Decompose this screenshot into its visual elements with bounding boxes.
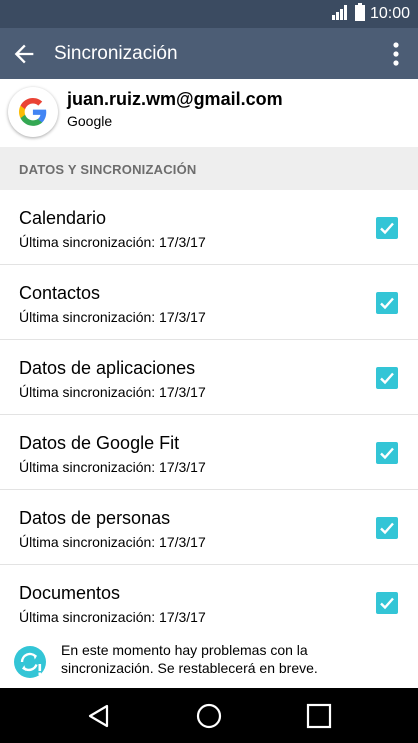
- sync-item-title: Contactos: [19, 283, 101, 303]
- page-title: Sincronización: [54, 43, 178, 64]
- status-bar: 10:00: [0, 0, 418, 28]
- sync-item-title: Datos de personas: [19, 508, 171, 528]
- sync-item-subtitle: Última sincronización: 17/3/17: [19, 534, 206, 550]
- more-vert-icon: [393, 42, 399, 66]
- back-button[interactable]: [10, 40, 38, 68]
- more-options-button[interactable]: [386, 40, 406, 68]
- check-icon: [380, 297, 394, 310]
- check-icon: [380, 522, 394, 535]
- sync-item-datos-aplicaciones[interactable]: Datos de aplicaciones Última sincronizac…: [0, 340, 418, 415]
- sync-item-subtitle: Última sincronización: 17/3/17: [19, 609, 206, 625]
- sync-problem-icon: [13, 645, 47, 679]
- sync-item-datos-personas[interactable]: Datos de personas Última sincronización:…: [0, 490, 418, 565]
- sync-item-calendario[interactable]: Calendario Última sincronización: 17/3/1…: [0, 190, 418, 265]
- google-logo-icon: [8, 87, 58, 137]
- check-icon: [380, 222, 394, 235]
- triangle-back-icon: [88, 704, 109, 728]
- notice-text: En este momento hay problemas con la sin…: [61, 642, 318, 676]
- sync-checkbox[interactable]: [376, 292, 398, 314]
- status-time: 10:00: [369, 5, 410, 22]
- nav-home-button[interactable]: [195, 702, 223, 730]
- account-email: juan.ruiz.wm@gmail.com: [67, 89, 283, 109]
- sync-problem-notice: En este momento hay problemas con la sin…: [0, 638, 418, 688]
- sync-item-title: Datos de aplicaciones: [19, 358, 196, 378]
- check-icon: [380, 597, 394, 610]
- signal-icon: [331, 4, 350, 25]
- sync-item-title: Datos de Google Fit: [19, 433, 180, 453]
- section-title: DATOS Y SINCRONIZACIÓN: [19, 162, 197, 177]
- sync-item-contactos[interactable]: Contactos Última sincronización: 17/3/17: [0, 265, 418, 340]
- check-icon: [380, 447, 394, 460]
- sync-checkbox[interactable]: [376, 442, 398, 464]
- sync-item-documentos[interactable]: Documentos Última sincronización: 17/3/1…: [0, 565, 418, 640]
- navigation-bar: [0, 688, 418, 743]
- sync-checkbox[interactable]: [376, 367, 398, 389]
- account-header: juan.ruiz.wm@gmail.com Google: [0, 79, 418, 147]
- sync-item-title: Documentos: [19, 583, 121, 603]
- sync-item-subtitle: Última sincronización: 17/3/17: [19, 384, 206, 400]
- status-icons: 10:00: [331, 2, 410, 26]
- account-type: Google: [67, 113, 113, 129]
- sync-checkbox[interactable]: [376, 592, 398, 614]
- app-bar: Sincronización: [0, 28, 418, 79]
- nav-back-button[interactable]: [85, 702, 113, 730]
- circle-home-icon: [196, 703, 222, 729]
- arrow-back-icon: [14, 44, 34, 64]
- square-recents-icon: [306, 703, 332, 729]
- sync-checkbox[interactable]: [376, 517, 398, 539]
- sync-checkbox[interactable]: [376, 217, 398, 239]
- sync-item-google-fit[interactable]: Datos de Google Fit Última sincronizació…: [0, 415, 418, 490]
- section-header: DATOS Y SINCRONIZACIÓN: [0, 147, 418, 190]
- battery-icon: [354, 2, 365, 26]
- sync-item-subtitle: Última sincronización: 17/3/17: [19, 309, 206, 325]
- sync-item-subtitle: Última sincronización: 17/3/17: [19, 459, 206, 475]
- sync-item-title: Calendario: [19, 208, 107, 228]
- check-icon: [380, 372, 394, 385]
- sync-item-subtitle: Última sincronización: 17/3/17: [19, 234, 206, 250]
- sync-list: Calendario Última sincronización: 17/3/1…: [0, 190, 418, 640]
- nav-recents-button[interactable]: [305, 702, 333, 730]
